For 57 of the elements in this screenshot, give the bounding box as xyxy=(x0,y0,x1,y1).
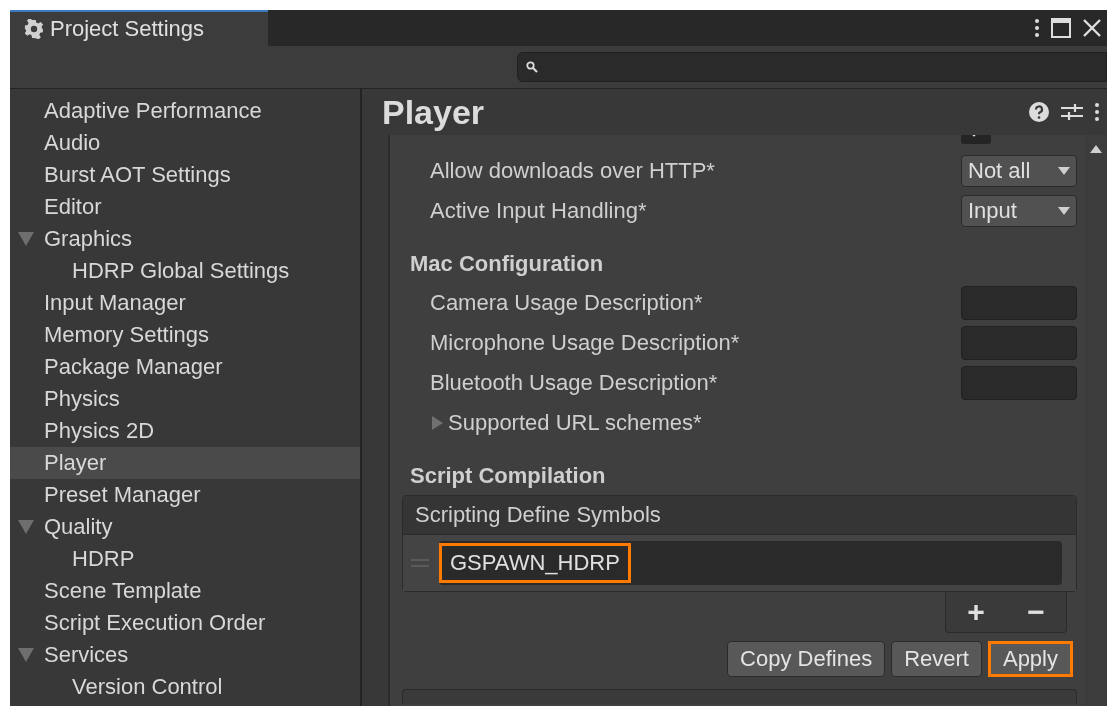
setting-label: Bluetooth Usage Description* xyxy=(430,370,719,396)
action-button[interactable]: Revert xyxy=(891,641,982,677)
sidebar-item[interactable]: Quality xyxy=(10,511,360,543)
more-options-icon[interactable] xyxy=(1035,18,1039,38)
sidebar-item[interactable]: Physics xyxy=(10,383,360,415)
sidebar-item[interactable]: Package Manager xyxy=(10,351,360,383)
dropdown[interactable]: Not all xyxy=(961,155,1077,187)
add-button[interactable]: + xyxy=(961,597,991,627)
search-icon xyxy=(526,61,538,73)
maximize-icon[interactable] xyxy=(1051,18,1071,38)
search-field[interactable] xyxy=(517,52,1107,82)
collapsed-triangle-icon xyxy=(430,415,444,431)
gear-icon xyxy=(24,19,44,39)
foldout[interactable]: Supported URL schemes* xyxy=(430,410,702,436)
sidebar-item[interactable]: HDRP Global Settings xyxy=(10,255,360,287)
action-button[interactable]: Copy Defines xyxy=(727,641,886,677)
sidebar-item[interactable]: Services xyxy=(10,639,360,671)
input-field[interactable]: GSPAWN_HDRP xyxy=(439,541,1062,585)
setting-label: Active Input Handling* xyxy=(430,198,648,224)
window-tab[interactable]: Project Settings xyxy=(10,10,268,46)
dropdown[interactable]: Input xyxy=(961,195,1077,227)
sidebar-item[interactable]: Input Manager xyxy=(10,287,360,319)
setting-label: Microphone Usage Description* xyxy=(430,330,741,356)
more-options-icon[interactable] xyxy=(1095,102,1099,122)
text-field[interactable] xyxy=(961,326,1077,360)
close-icon[interactable] xyxy=(1083,19,1101,37)
sidebar-item[interactable]: Burst AOT Settings xyxy=(10,159,360,191)
list-header: Scripting Define Symbols xyxy=(403,496,1076,535)
action-button[interactable]: Apply xyxy=(987,641,1073,677)
expanded-triangle-icon[interactable] xyxy=(18,648,34,662)
sliders-icon[interactable] xyxy=(1061,102,1083,122)
sidebar-item[interactable]: Graphics xyxy=(10,223,360,255)
section-heading: Mac Configuration xyxy=(409,250,605,278)
text-field[interactable] xyxy=(961,366,1077,400)
sidebar-item[interactable]: Script Execution Order xyxy=(10,607,360,639)
section-heading: Script Compilation xyxy=(409,462,607,490)
help-icon[interactable] xyxy=(1029,102,1049,122)
caret-icon xyxy=(1058,207,1070,215)
caret-icon xyxy=(1058,167,1070,175)
sidebar-item[interactable]: Adaptive Performance xyxy=(10,95,360,127)
expanded-triangle-icon[interactable] xyxy=(18,520,34,534)
setting-label: Camera Usage Description* xyxy=(430,290,704,316)
sidebar-item[interactable]: Memory Settings xyxy=(10,319,360,351)
sidebar-item[interactable]: Physics 2D xyxy=(10,415,360,447)
sidebar-item[interactable]: Audio xyxy=(10,127,360,159)
text-field[interactable] xyxy=(961,286,1077,320)
expanded-triangle-icon[interactable] xyxy=(18,232,34,246)
sidebar-item[interactable]: Version Control xyxy=(10,671,360,703)
sidebar-item[interactable]: Player xyxy=(10,447,360,479)
sidebar-item[interactable]: HDRP xyxy=(10,543,360,575)
scroll-up-icon[interactable] xyxy=(1090,145,1102,153)
sidebar-item[interactable]: Preset Manager xyxy=(10,479,360,511)
sidebar-item[interactable]: Scene Template xyxy=(10,575,360,607)
panel-title: Player xyxy=(382,92,486,132)
remove-button[interactable]: − xyxy=(1021,597,1051,627)
sidebar-item[interactable]: Editor xyxy=(10,191,360,223)
setting-label: Allow downloads over HTTP* xyxy=(430,158,716,184)
